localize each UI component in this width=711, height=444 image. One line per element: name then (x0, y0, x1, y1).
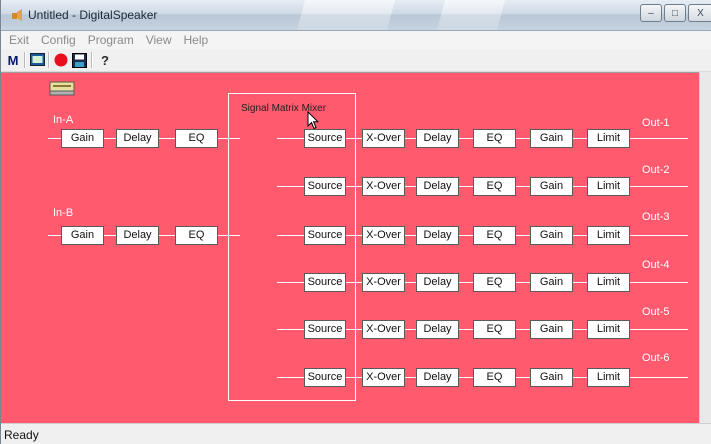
input-b-delay-block[interactable]: Delay (116, 226, 159, 245)
vertical-scrollbar[interactable] (699, 72, 711, 423)
toolbar: M ? (1, 49, 711, 72)
input-b-gain-block[interactable]: Gain (61, 226, 104, 245)
output-3-label: Out-3 (642, 211, 670, 223)
output-6-gain-block[interactable]: Gain (530, 368, 573, 387)
signal-line (218, 138, 240, 139)
output-5-gain-block[interactable]: Gain (530, 320, 573, 339)
output-6-limit-block[interactable]: Limit (587, 368, 630, 387)
title-bar[interactable]: Untitled - DigitalSpeaker ‒ □ X (1, 0, 711, 31)
output-1-source-block[interactable]: Source (304, 129, 346, 148)
output-1-delay-block[interactable]: Delay (416, 129, 459, 148)
output-2-delay-block[interactable]: Delay (416, 177, 459, 196)
maximize-icon: □ (671, 7, 679, 19)
output-3-eq-block[interactable]: EQ (473, 226, 516, 245)
output-6-label: Out-6 (642, 352, 670, 364)
output-4-gain-block[interactable]: Gain (530, 273, 573, 292)
signal-line (48, 235, 61, 236)
menu-view[interactable]: View (140, 33, 178, 47)
output-3-gain-block[interactable]: Gain (530, 226, 573, 245)
signal-line (104, 235, 116, 236)
toolbar-m-button[interactable]: M (5, 52, 21, 68)
signal-line (104, 138, 116, 139)
signal-line (159, 235, 175, 236)
output-1-eq-block[interactable]: EQ (473, 129, 516, 148)
output-6-source-block[interactable]: Source (304, 368, 346, 387)
output-5-xover-block[interactable]: X-Over (362, 320, 405, 339)
output-2-source-block[interactable]: Source (304, 177, 346, 196)
help-icon: ? (101, 52, 109, 68)
output-1-gain-block[interactable]: Gain (530, 129, 573, 148)
output-5-eq-block[interactable]: EQ (473, 320, 516, 339)
window-title: Untitled - DigitalSpeaker (28, 8, 158, 22)
toolbar-monitor-button[interactable] (29, 52, 45, 68)
input-a-label: In-A (53, 114, 74, 126)
monitor-icon (29, 53, 45, 66)
signal-line (159, 138, 175, 139)
record-icon (54, 53, 68, 67)
title-glass-decoration (436, 0, 506, 30)
menu-help[interactable]: Help (178, 33, 215, 47)
output-5-label: Out-5 (642, 306, 670, 318)
toolbar-help-button[interactable]: ? (97, 52, 113, 68)
menu-bar: Exit Config Program View Help (1, 31, 711, 49)
status-bar: Ready (1, 423, 711, 444)
mouse-cursor-icon (307, 111, 319, 130)
output-4-source-block[interactable]: Source (304, 273, 346, 292)
input-a-eq-block[interactable]: EQ (175, 129, 218, 148)
output-2-label: Out-2 (642, 164, 670, 176)
output-4-eq-block[interactable]: EQ (473, 273, 516, 292)
menu-config[interactable]: Config (35, 33, 82, 47)
device-icon[interactable] (49, 80, 75, 97)
minimize-icon: ‒ (648, 7, 654, 19)
output-3-source-block[interactable]: Source (304, 226, 346, 245)
output-6-eq-block[interactable]: EQ (473, 368, 516, 387)
output-3-limit-block[interactable]: Limit (587, 226, 630, 245)
output-4-xover-block[interactable]: X-Over (362, 273, 405, 292)
input-a-gain-block[interactable]: Gain (61, 129, 104, 148)
signal-line (48, 138, 61, 139)
app-icon (12, 9, 22, 21)
status-text: Ready (4, 428, 39, 442)
output-3-delay-block[interactable]: Delay (416, 226, 459, 245)
toolbar-save-button[interactable] (71, 52, 87, 68)
output-1-limit-block[interactable]: Limit (587, 129, 630, 148)
output-2-eq-block[interactable]: EQ (473, 177, 516, 196)
output-2-gain-block[interactable]: Gain (530, 177, 573, 196)
output-3-xover-block[interactable]: X-Over (362, 226, 405, 245)
output-5-delay-block[interactable]: Delay (416, 320, 459, 339)
input-b-eq-block[interactable]: EQ (175, 226, 218, 245)
app-window: Untitled - DigitalSpeaker ‒ □ X Exit Con… (0, 0, 711, 444)
output-6-xover-block[interactable]: X-Over (362, 368, 405, 387)
output-2-xover-block[interactable]: X-Over (362, 177, 405, 196)
menu-program[interactable]: Program (82, 33, 140, 47)
title-glass-decoration (296, 0, 396, 30)
toolbar-record-button[interactable] (53, 52, 69, 68)
close-button[interactable]: X (688, 4, 711, 22)
output-4-delay-block[interactable]: Delay (416, 273, 459, 292)
output-4-label: Out-4 (642, 259, 670, 271)
output-2-limit-block[interactable]: Limit (587, 177, 630, 196)
menu-exit[interactable]: Exit (3, 33, 35, 47)
output-1-label: Out-1 (642, 117, 670, 129)
m-icon: M (7, 52, 19, 68)
maximize-button[interactable]: □ (664, 4, 686, 22)
signal-line (218, 235, 240, 236)
output-5-limit-block[interactable]: Limit (587, 320, 630, 339)
input-b-label: In-B (53, 207, 74, 219)
output-4-limit-block[interactable]: Limit (587, 273, 630, 292)
output-5-source-block[interactable]: Source (304, 320, 346, 339)
output-1-xover-block[interactable]: X-Over (362, 129, 405, 148)
input-a-delay-block[interactable]: Delay (116, 129, 159, 148)
output-6-delay-block[interactable]: Delay (416, 368, 459, 387)
close-icon: X (697, 7, 704, 19)
minimize-button[interactable]: ‒ (640, 4, 662, 22)
save-icon (71, 52, 87, 68)
